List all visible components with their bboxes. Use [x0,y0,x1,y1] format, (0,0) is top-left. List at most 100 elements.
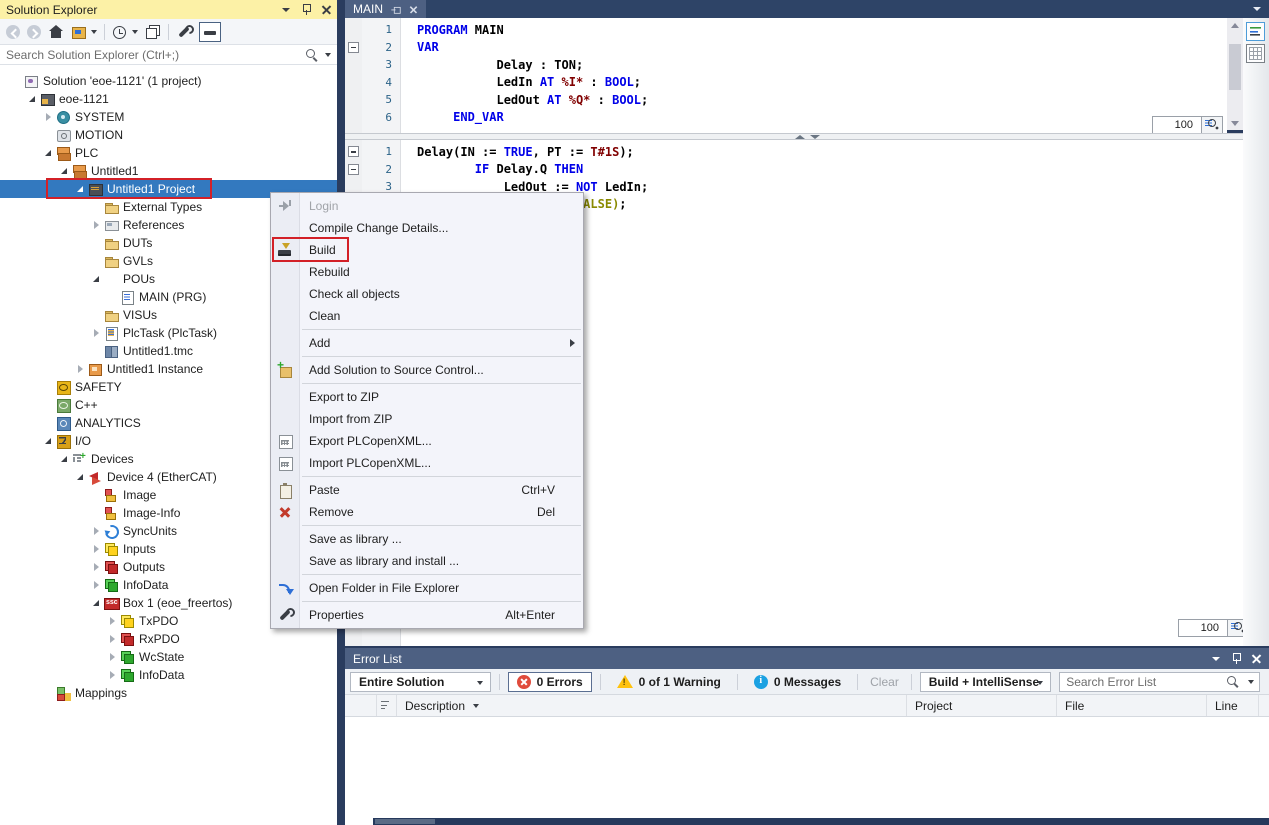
chevron-collapsed-icon[interactable] [94,527,99,535]
window-position-caret-icon[interactable] [1212,657,1220,661]
expand-arrow-cell[interactable] [40,113,56,121]
fold-collapse-icon[interactable] [348,164,359,175]
menu-item-export-plcopenxml[interactable]: Export PLCopenXML... [271,430,583,452]
tab-main[interactable]: MAIN [345,0,426,18]
fold-collapse-icon[interactable] [348,42,359,53]
chevron-expanded-icon[interactable] [45,438,51,444]
chevron-expanded-icon[interactable] [93,276,99,282]
zoom-level-top[interactable]: 100 [1152,116,1202,134]
zoom-magnifier-icon[interactable] [1202,116,1223,134]
tab-pin-icon[interactable] [391,6,400,13]
menu-item-save-as-library[interactable]: Save as library ... [271,528,583,550]
expand-arrow-cell[interactable] [88,276,104,282]
menu-item-clean[interactable]: Clean [271,305,583,327]
chevron-collapsed-icon[interactable] [110,671,115,679]
search-icon[interactable] [1226,675,1240,689]
menu-item-properties[interactable]: PropertiesAlt+Enter [271,604,583,626]
properties-wrench-icon[interactable] [176,24,192,40]
error-list-hscrollbar[interactable] [373,818,1269,825]
menu-item-check-all-objects[interactable]: Check all objects [271,283,583,305]
header-cell-severity[interactable] [377,695,397,716]
chevron-collapsed-icon[interactable] [94,545,99,553]
fold-collapse-icon[interactable] [348,146,359,157]
chevron-collapsed-icon[interactable] [94,563,99,571]
splitter-down-icon[interactable] [810,135,820,139]
menu-item-rebuild[interactable]: Rebuild [271,261,583,283]
scroll-up-icon[interactable] [1227,18,1243,32]
forward-icon[interactable] [27,25,41,39]
zoom-level-bottom[interactable]: 100 [1178,619,1228,637]
expand-arrow-cell[interactable] [88,600,104,606]
source-dropdown[interactable]: Build + IntelliSense [920,672,1051,692]
expand-arrow-cell[interactable] [24,96,40,102]
menu-item-build[interactable]: Build [271,239,583,261]
chevron-expanded-icon[interactable] [77,186,83,192]
search-icon[interactable] [305,48,319,62]
menu-item-open-folder-in-file-explorer[interactable]: Open Folder in File Explorer [271,577,583,599]
chevron-expanded-icon[interactable] [93,600,99,606]
window-position-caret-icon[interactable] [282,8,290,12]
warnings-filter-button[interactable]: 0 of 1 Warning [609,672,729,692]
menu-item-compile-change-details[interactable]: Compile Change Details... [271,217,583,239]
fold-cell[interactable] [345,146,362,157]
expand-arrow-cell[interactable] [104,635,120,643]
expand-arrow-cell[interactable] [56,168,72,174]
hscrollbar-thumb[interactable] [375,819,435,824]
menu-item-export-to-zip[interactable]: Export to ZIP [271,386,583,408]
menu-item-paste[interactable]: PasteCtrl+V [271,479,583,501]
filter-caret-icon[interactable] [473,704,479,708]
chevron-collapsed-icon[interactable] [110,635,115,643]
expand-arrow-cell[interactable] [88,545,104,553]
home-icon[interactable] [48,24,64,40]
menu-item-remove[interactable]: RemoveDel [271,501,583,523]
expand-arrow-cell[interactable] [72,186,88,192]
tree-item-untitled1[interactable]: Untitled1 [0,162,337,180]
expand-arrow-cell[interactable] [72,365,88,373]
header-cell-line[interactable]: Line [1207,695,1259,716]
editor-splitter[interactable] [345,133,1243,140]
chevron-collapsed-icon[interactable] [94,221,99,229]
chevron-collapsed-icon[interactable] [78,365,83,373]
menu-item-save-as-library-and-install[interactable]: Save as library and install ... [271,550,583,572]
chevron-collapsed-icon[interactable] [110,617,115,625]
expand-arrow-cell[interactable] [88,581,104,589]
splitter-up-icon[interactable] [795,135,805,139]
chevron-expanded-icon[interactable] [61,168,67,174]
header-cell-blank[interactable] [345,695,377,716]
tree-item-motion[interactable]: MOTION [0,126,337,144]
header-cell-description[interactable]: Description [397,695,907,716]
tree-item-wcstate[interactable]: WcState [0,648,337,666]
tab-list-caret-icon[interactable] [1253,7,1261,11]
collapse-all-icon[interactable] [145,24,161,40]
tree-item-infodata[interactable]: InfoData [0,666,337,684]
menu-item-add[interactable]: Add [271,332,583,354]
auto-hide-pin-icon[interactable] [302,4,310,15]
solution-search-input[interactable] [0,45,337,64]
scrollbar-thumb[interactable] [1229,44,1241,90]
preview-selected-toggle-icon[interactable] [199,22,221,42]
header-cell-project[interactable]: Project [907,695,1057,716]
expand-arrow-cell[interactable] [40,438,56,444]
expand-arrow-cell[interactable] [40,150,56,156]
expand-arrow-cell[interactable] [88,563,104,571]
tree-item-mappings[interactable]: Mappings [0,684,337,702]
chevron-collapsed-icon[interactable] [46,113,51,121]
expand-arrow-cell[interactable] [104,671,120,679]
auto-hide-pin-icon[interactable] [1232,653,1240,664]
scroll-down-icon[interactable] [1227,116,1243,130]
scope-to-this-icon[interactable] [71,24,87,40]
fold-cell[interactable] [345,42,362,53]
expand-arrow-cell[interactable] [104,653,120,661]
messages-filter-button[interactable]: 0 Messages [746,672,849,692]
filter-caret-icon[interactable] [132,30,138,34]
back-icon[interactable] [6,25,20,39]
expand-arrow-cell[interactable] [88,221,104,229]
editor-scrollbar[interactable] [1227,18,1243,116]
chevron-collapsed-icon[interactable] [94,581,99,589]
pending-changes-filter-icon[interactable] [112,24,128,40]
search-options-caret-icon[interactable] [325,53,331,57]
chevron-collapsed-icon[interactable] [110,653,115,661]
expand-arrow-cell[interactable] [104,617,120,625]
chevron-expanded-icon[interactable] [77,474,83,480]
chevron-expanded-icon[interactable] [29,96,35,102]
